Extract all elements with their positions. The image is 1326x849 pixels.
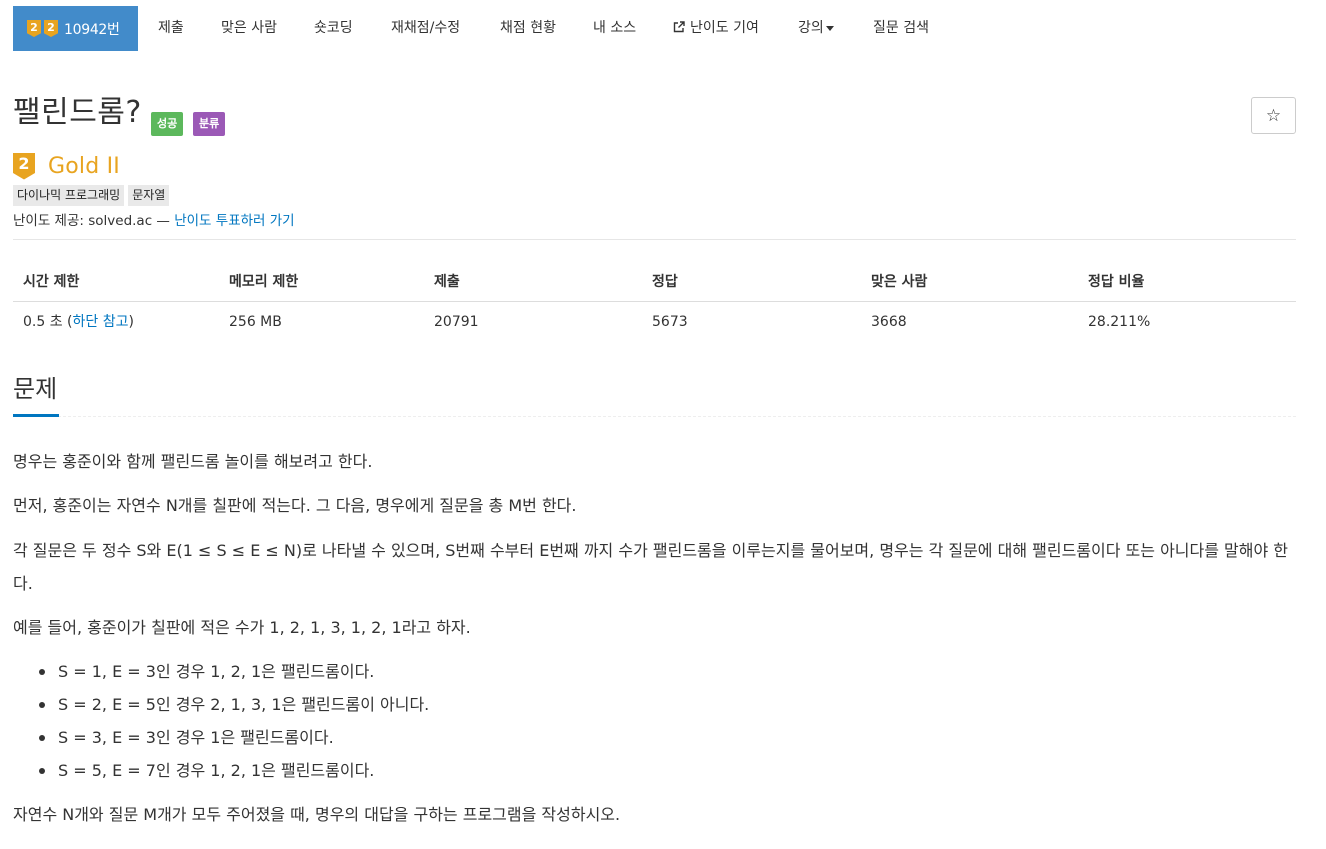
time-limit-text: 0.5 초 ( <box>23 314 73 330</box>
section-divider <box>13 416 1296 417</box>
tier-row: 2 Gold II <box>13 152 120 180</box>
info-table-header: 시간 제한 메모리 제한 제출 정답 맞은 사람 정답 비율 <box>13 262 1296 302</box>
tier-gold-icon: 2 <box>27 20 41 37</box>
external-link-icon <box>673 21 685 33</box>
table-row: 0.5 초 (하단 참고) 256 MB 20791 5673 3668 28.… <box>13 302 1296 342</box>
description-paragraph: 먼저, 홍준이는 자연수 N개를 칠판에 적는다. 그 다음, 명우에게 질문을… <box>13 496 577 515</box>
nav-submit[interactable]: 제출 <box>158 0 184 56</box>
nav-short-coding[interactable]: 숏코딩 <box>314 0 353 56</box>
difficulty-vote-link[interactable]: 난이도 투표하러 가기 <box>174 213 294 229</box>
classification-label[interactable]: 분류 <box>193 112 226 136</box>
nav-rejudge[interactable]: 재채점/수정 <box>391 0 460 56</box>
difficulty-source-text: 난이도 제공: solved.ac — <box>13 213 175 229</box>
nav-difficulty-contribute-label: 난이도 기여 <box>690 20 759 36</box>
tier-gold-icon: 2 <box>44 20 58 37</box>
nav-status[interactable]: 채점 현황 <box>500 0 556 56</box>
time-limit-note-link[interactable]: 하단 참고 <box>73 314 129 330</box>
problem-title: 팰린드롬? <box>13 95 142 130</box>
time-limit-value: 0.5 초 (하단 참고) <box>23 302 134 342</box>
accept-ratio-value: 28.211% <box>1088 314 1151 330</box>
nav-lecture-dropdown[interactable]: 강의 <box>798 0 834 56</box>
header-accept-ratio: 정답 비율 <box>1088 274 1145 290</box>
nav-problem-number-label: 10942번 <box>64 21 120 38</box>
favorite-star-button[interactable]: ☆ <box>1251 97 1296 134</box>
algorithm-tags: 다이나믹 프로그래밍 문자열 <box>13 185 170 206</box>
section-heading-problem: 문제 <box>13 375 58 403</box>
tier-gold-icon: 2 <box>13 152 35 180</box>
nav-question-search[interactable]: 질문 검색 <box>873 0 929 56</box>
description-paragraph: 각 질문은 두 정수 S와 E(1 ≤ S ≤ E ≤ N)로 나타낼 수 있으… <box>13 541 1289 593</box>
header-solved-users: 맞은 사람 <box>871 274 928 290</box>
accepted-value: 5673 <box>652 314 688 330</box>
problem-info-table: 시간 제한 메모리 제한 제출 정답 맞은 사람 정답 비율 0.5 초 (하단… <box>13 262 1296 342</box>
memory-limit-value: 256 MB <box>229 314 282 330</box>
submissions-value: 20791 <box>434 314 479 330</box>
nav-problem-number[interactable]: 2 2 10942번 <box>13 6 138 51</box>
list-item: S = 2, E = 5인 경우 2, 1, 3, 1은 팰린드롬이 아니다. <box>13 688 1296 721</box>
list-item: S = 1, E = 3인 경우 1, 2, 1은 팰린드롬이다. <box>13 655 1296 688</box>
header-accepted: 정답 <box>652 274 678 290</box>
description-closing: 자연수 N개와 질문 M개가 모두 주어졌을 때, 명우의 대답을 구하는 프로… <box>13 805 621 824</box>
tier-name[interactable]: Gold II <box>48 154 120 179</box>
nav-lecture-label: 강의 <box>798 20 824 36</box>
time-limit-suffix: ) <box>128 314 134 330</box>
difficulty-source: 난이도 제공: solved.ac — 난이도 투표하러 가기 <box>13 209 295 229</box>
description-paragraph: 예를 들어, 홍준이가 칠판에 적은 수가 1, 2, 1, 3, 1, 2, … <box>13 618 471 637</box>
nav-my-source[interactable]: 내 소스 <box>593 0 636 56</box>
list-item: S = 3, E = 3인 경우 1은 팰린드롬이다. <box>13 721 1296 754</box>
tag-dynamic-programming[interactable]: 다이나믹 프로그래밍 <box>13 185 125 206</box>
description-paragraph: 명우는 홍준이와 함께 팰린드롬 놀이를 해보려고 한다. <box>13 452 373 471</box>
section-underline <box>13 414 59 417</box>
star-icon: ☆ <box>1265 105 1282 125</box>
solved-users-value: 3668 <box>871 314 907 330</box>
header-time-limit: 시간 제한 <box>23 274 80 290</box>
header-submissions: 제출 <box>434 274 460 290</box>
nav-accepted-users[interactable]: 맞은 사람 <box>221 0 277 56</box>
divider <box>13 239 1296 240</box>
header-memory-limit: 메모리 제한 <box>229 274 299 290</box>
top-navbar: 2 2 10942번 제출 맞은 사람 숏코딩 재채점/수정 채점 현황 내 소… <box>0 0 1326 56</box>
tag-string[interactable]: 문자열 <box>128 185 170 206</box>
caret-down-icon <box>825 25 834 31</box>
example-list: S = 1, E = 3인 경우 1, 2, 1은 팰린드롬이다. S = 2,… <box>13 655 1296 787</box>
nav-difficulty-contribute[interactable]: 난이도 기여 <box>673 0 759 56</box>
success-label: 성공 <box>151 112 184 136</box>
list-item: S = 5, E = 7인 경우 1, 2, 1은 팰린드롬이다. <box>13 754 1296 787</box>
